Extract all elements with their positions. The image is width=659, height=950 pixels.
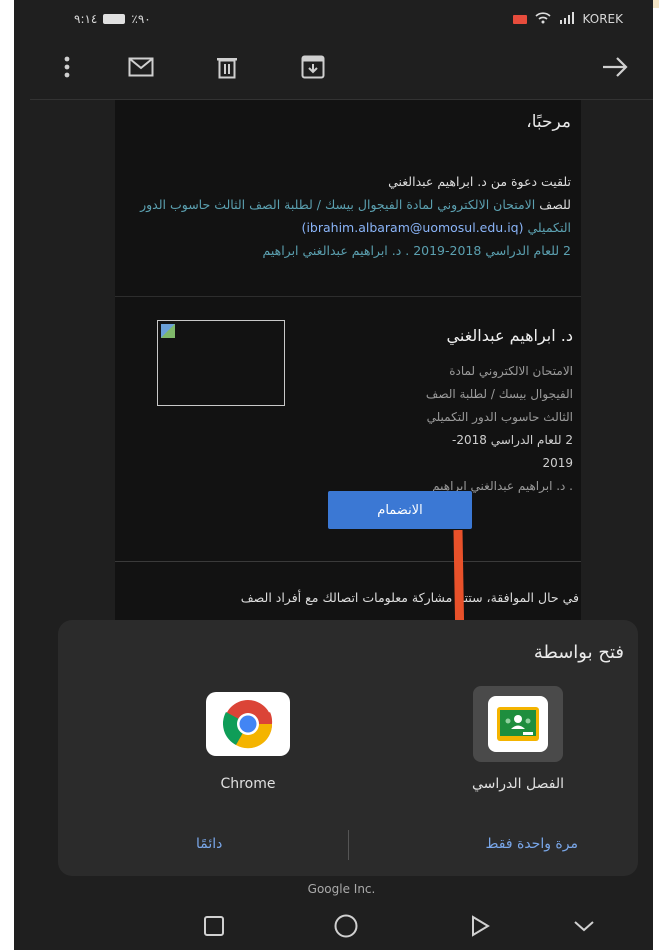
- app-label: Chrome: [220, 776, 276, 792]
- invite-year: 2 للعام الدراسي 2018-2019 . د. ابراهيم ع…: [262, 243, 571, 258]
- app-classroom[interactable]: الفصل الدراسي: [458, 686, 578, 792]
- clock: ٩:١٤: [74, 12, 98, 26]
- invite-for: للصف: [539, 197, 571, 212]
- app-chrome[interactable]: Chrome: [188, 686, 308, 792]
- email-toolbar: [30, 38, 653, 100]
- back-icon[interactable]: [462, 910, 498, 942]
- wifi-icon: [534, 11, 551, 27]
- carrier-name: KOREK: [582, 12, 623, 26]
- recents-icon[interactable]: [196, 910, 232, 942]
- invite-from: تلقيت دعوة من د. ابراهيم عبدالغني: [388, 174, 571, 189]
- more-icon[interactable]: [52, 52, 82, 82]
- teacher-name: د. ابراهيم عبدالغني: [446, 326, 573, 345]
- invitation-email: مرحبًا، تلقيت دعوة من د. ابراهيم عبدالغن…: [115, 100, 581, 620]
- app-label: الفصل الدراسي: [472, 776, 564, 792]
- invite-text: تلقيت دعوة من د. ابراهيم عبدالغني للصف ا…: [119, 170, 579, 262]
- course-line: الامتحان الالكتروني لمادة: [449, 364, 573, 378]
- navigation-bar: [30, 900, 653, 950]
- course-line: الثالث حاسوب الدور التكميلي: [426, 410, 573, 424]
- vendor-label: Google Inc.: [307, 882, 376, 896]
- chevron-down-icon[interactable]: [566, 910, 602, 942]
- greeting: مرحبًا،: [526, 112, 571, 132]
- sheet-title: فتح بواسطة: [533, 642, 624, 663]
- divider: [115, 561, 581, 562]
- forward-arrow-icon[interactable]: [600, 52, 630, 82]
- open-with-sheet: فتح بواسطة الفصل الدراسي Chrome مرة واحد…: [58, 620, 638, 876]
- status-right: KOREK: [512, 11, 623, 27]
- status-left: ٩:١٤ ٪٩٠: [74, 12, 151, 26]
- always-button[interactable]: دائمًا: [196, 836, 222, 852]
- phone-screen: ٩:١٤ ٪٩٠ KOREK مرحبًا، تلقيت دعوة من د. …: [30, 0, 653, 950]
- battery-level: ٪٩٠: [131, 12, 151, 26]
- just-once-button[interactable]: مرة واحدة فقط: [485, 836, 578, 852]
- app-icon-box[interactable]: [473, 686, 563, 762]
- notification-icon: [512, 14, 527, 24]
- course-description: الامتحان الالكتروني لمادة الفيجوال بيسك …: [423, 360, 573, 498]
- broken-image-icon: [161, 324, 175, 338]
- battery-icon: [103, 14, 126, 24]
- home-icon[interactable]: [328, 910, 364, 942]
- consent-notice: في حال الموافقة، ستتم مشاركة معلومات اتص…: [240, 590, 579, 605]
- chrome-icon: [206, 692, 290, 756]
- app-icon-box[interactable]: [203, 686, 293, 762]
- course-line: الفيجوال بيسك / لطلبة الصف: [425, 387, 573, 401]
- course-line: 2 للعام الدراسي 2018-2019: [452, 433, 573, 470]
- divider: [115, 296, 581, 297]
- signal-icon: [559, 11, 575, 27]
- mail-icon[interactable]: [126, 52, 156, 82]
- teacher-email-link[interactable]: (ibrahim.albaram@uomosul.edu.iq): [302, 220, 524, 235]
- join-button[interactable]: الانضمام: [328, 491, 472, 529]
- teacher-avatar-image: [157, 320, 285, 406]
- delete-icon[interactable]: [212, 52, 242, 82]
- google-classroom-icon: [488, 696, 548, 752]
- archive-icon[interactable]: [298, 52, 328, 82]
- divider: [348, 830, 349, 860]
- status-bar: ٩:١٤ ٪٩٠ KOREK: [30, 0, 653, 38]
